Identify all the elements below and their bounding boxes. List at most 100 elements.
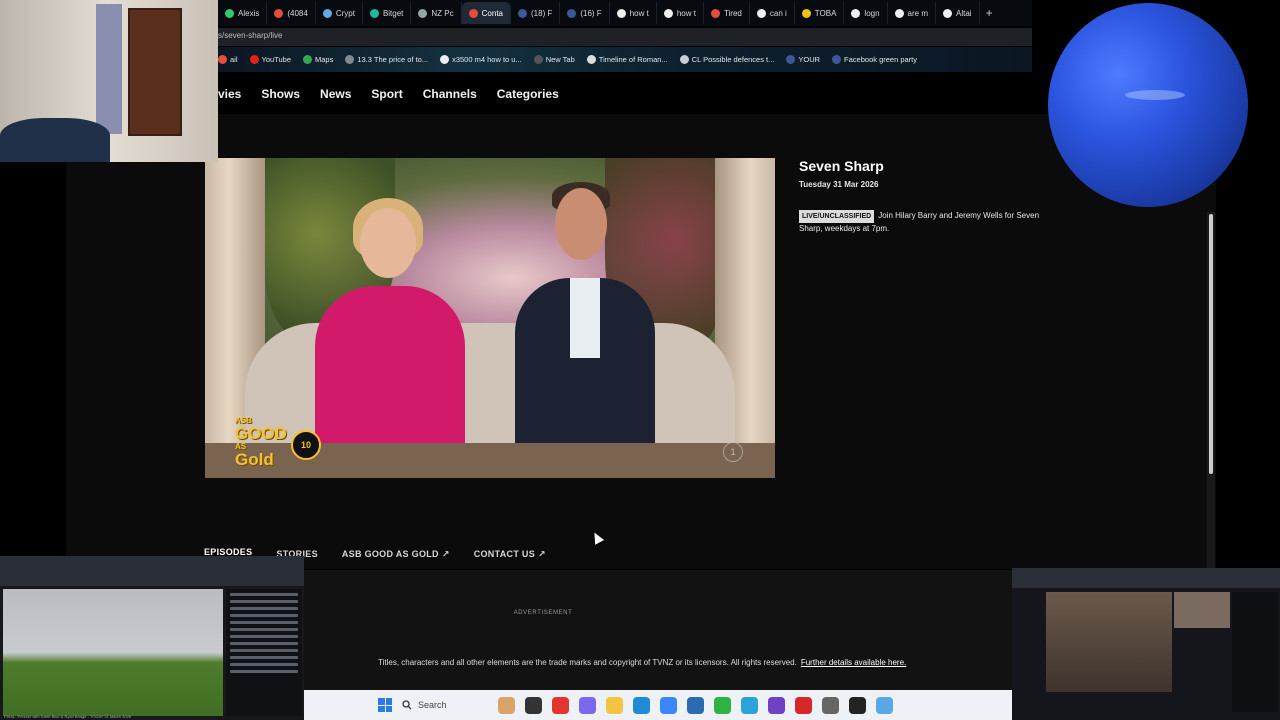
bookmark-label: Maps [315,55,334,64]
browser-tab[interactable]: (16) F [560,2,610,24]
store-icon[interactable] [687,696,704,714]
bookmarks-bar: ail YouTube Maps 13.3 The price of to... x35… [218,47,1032,72]
obs-icon[interactable] [849,696,866,714]
live-badge: LIVE/UNCLASSIFIED [799,210,875,223]
bookmark-favicon-icon [218,55,227,64]
bookmark-item[interactable]: x3500 m4 how to u... [440,55,522,64]
bookmark-item[interactable]: Maps [303,55,333,64]
green-app-icon[interactable] [714,696,731,714]
url-text[interactable]: s/seven-sharp/live [218,31,282,40]
bookmark-favicon-icon [249,55,259,64]
tab-favicon-icon [567,8,577,18]
bookmark-favicon-icon [345,55,355,64]
tab-label: Bitget [382,8,404,18]
browser-tab[interactable]: Bitget [363,2,412,24]
site-nav-item[interactable]: Channels [423,87,477,101]
tab-favicon-icon [616,8,626,18]
telegram-icon[interactable] [741,696,758,714]
tab-label: TOBA [814,8,837,18]
tab-favicon-icon [225,8,234,18]
tab-favicon-icon [894,8,904,18]
tab-favicon-icon [369,8,379,18]
site-nav-item[interactable]: Categories [497,87,559,101]
show-description: LIVE/UNCLASSIFIED Join Hilary Barry and J… [799,210,1064,234]
tab-label: (18) F [531,8,553,18]
bookmark-label: New Tab [545,55,575,64]
webcam-curtain [96,4,122,134]
rating-badge: 1 [723,442,743,462]
browser-tab[interactable]: how t [657,2,704,24]
video-player[interactable]: ASB GOOD AS Gold 10 1 [205,158,775,478]
browser-tab[interactable]: (4084 [267,2,316,24]
site-nav: vies Shows News Sport Channels Categories [218,74,1032,114]
tab-label: how t [676,8,696,18]
address-bar[interactable]: s/seven-sharp/live [218,28,1032,46]
bookmark-favicon-icon [533,55,543,64]
pip-window-right [1012,568,1280,720]
task-view-icon[interactable] [525,696,542,714]
tab-favicon-icon [322,8,332,18]
bookmark-favicon-icon [586,55,596,64]
browser-tab[interactable]: are m [888,2,936,24]
pip-left-video [3,589,223,716]
bookmark-favicon-icon [786,55,796,64]
bookmark-item[interactable]: ail [218,55,238,64]
browser-tab[interactable]: Tired [704,2,750,24]
pip-window-left: FINAL: Presser with Darth Blue & Ryan Br… [0,556,304,720]
browser-tab[interactable]: logn [844,2,888,24]
browser-tab[interactable]: how t [610,2,657,24]
browser-tab[interactable]: Conta [461,2,511,24]
taskbar-search[interactable]: Search [402,695,488,715]
scrollbar-thumb[interactable] [1209,214,1213,474]
red-app-icon[interactable] [795,696,812,714]
new-tab-button[interactable]: + [980,6,999,20]
browser-tab[interactable]: Crypt [316,2,363,24]
widgets-icon[interactable] [498,696,515,714]
site-nav-item[interactable]: vies [218,87,241,101]
bookmark-item[interactable]: YouTube [249,55,291,64]
browser-tab[interactable]: can i [750,2,795,24]
bookmark-item[interactable]: CL Possible defences t... [679,55,774,64]
bookmark-item[interactable]: 13.3 The price of to... [345,55,428,64]
taskbar-search-label: Search [418,700,447,710]
app-icon[interactable] [660,696,677,714]
copilot-icon[interactable] [579,696,596,714]
chrome-icon[interactable] [552,696,569,714]
pip-right-chat [1232,592,1278,712]
purple-app-icon[interactable] [768,696,785,714]
pip-left-toolbar [0,556,304,586]
webcam-blanket [0,118,110,162]
show-date: Tuesday 31 Mar 2026 [799,180,879,189]
further-details-link[interactable]: Further details available here. [801,658,906,667]
site-nav-item[interactable]: Sport [371,87,402,101]
settings-icon[interactable] [822,696,839,714]
file-explorer-icon[interactable] [606,696,623,714]
subtab-item[interactable]: ASB GOOD AS GOLD ↗ [342,546,450,562]
bookmark-item[interactable]: YOUR [786,55,820,64]
tab-favicon-icon [756,8,766,18]
edge-icon[interactable] [633,696,650,714]
bookmark-item[interactable]: Facebook green party [832,55,917,64]
subtab-item[interactable]: CONTACT US ↗ [474,546,546,562]
show-title: Seven Sharp [799,158,884,174]
tab-label: (16) F [580,8,602,18]
bookmark-item[interactable]: Timeline of Roman... [586,55,668,64]
site-nav-item[interactable]: Shows [261,87,300,101]
browser-tab[interactable]: TOBA [795,2,845,24]
browser-tab[interactable]: Altai [936,2,980,24]
browser-tab-strip: Alexis (4084 Crypt Bitget NZ Pc Conta (18) F (1… [218,0,1032,26]
browser-tab[interactable]: NZ Pc [411,2,462,24]
photos-icon[interactable] [876,696,893,714]
browser-tab[interactable]: (18) F [511,2,561,24]
bookmark-label: x3500 m4 how to u... [452,55,522,64]
pip-right-toolbar [1012,568,1280,588]
webcam-door [128,8,182,136]
bookmark-label: YouTube [261,55,291,64]
site-nav-item[interactable]: News [320,87,351,101]
tab-favicon-icon [663,8,673,18]
windows-start-icon[interactable] [378,698,392,712]
browser-tab[interactable]: Alexis [218,2,268,24]
copyright-text: Titles, characters and all other element… [378,658,906,667]
subtab-label: ASB GOOD AS GOLD [341,549,439,559]
bookmark-item[interactable]: New Tab [533,55,575,64]
